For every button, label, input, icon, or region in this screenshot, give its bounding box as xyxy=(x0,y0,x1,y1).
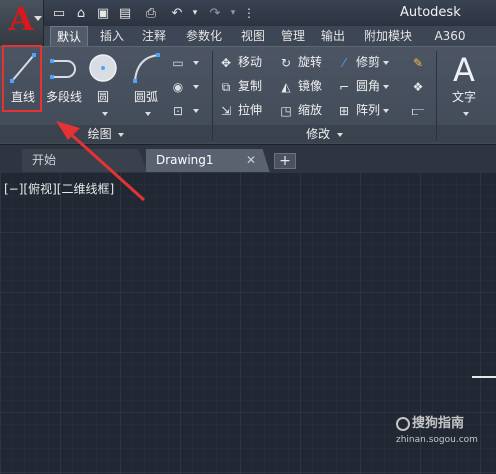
array-tool-button[interactable]: ⊞ 阵列 xyxy=(336,99,390,121)
tab-manage[interactable]: 管理 xyxy=(278,26,308,46)
autocad-logo-icon: A xyxy=(8,0,34,38)
rotate-tool-button[interactable]: ↻ 旋转 xyxy=(278,51,322,73)
tab-output[interactable]: 输出 xyxy=(318,26,348,46)
move-icon: ✥ xyxy=(220,55,232,70)
chevron-down-icon xyxy=(118,132,125,137)
document-tab-bar: 开始 Drawing1 ✕ + xyxy=(0,144,496,173)
print-icon[interactable]: ⎙ xyxy=(142,4,160,22)
chevron-down-icon[interactable] xyxy=(462,111,469,116)
scale-tool-button[interactable]: ◳ 缩放 xyxy=(278,99,322,121)
circle-tool-label: 圆 xyxy=(86,89,120,121)
chevron-down-icon xyxy=(336,132,343,137)
chevron-down-icon[interactable] xyxy=(144,111,151,116)
rotate-icon: ↻ xyxy=(280,55,292,70)
redo-icon[interactable]: ↷ xyxy=(206,4,224,22)
chevron-down-icon xyxy=(34,16,42,21)
chevron-down-icon xyxy=(193,60,199,65)
save-as-icon[interactable]: ▤ xyxy=(116,4,134,22)
rectangle-icon: ▭ xyxy=(172,55,184,70)
draw-panel-title[interactable]: 绘图 xyxy=(0,125,212,143)
array-icon: ⊞ xyxy=(338,103,350,118)
watermark-sub: zhinan.sogou.com xyxy=(396,435,478,445)
ribbon-panel-area: 直线 多段线 圆 圆弧 ▭ ◉ ⊡ ✥ 移动 ↻ 旋转 ⁄ 修剪 ⧉ 复制 ◭ 镜像 ⌐ 圆… xyxy=(0,46,496,144)
explode-tool-button[interactable]: ❖ xyxy=(410,75,430,97)
circle-icon xyxy=(89,54,117,82)
modify-panel-title[interactable]: 修改 xyxy=(213,125,436,143)
text-icon: A xyxy=(453,51,475,85)
polyline-tool-button[interactable]: 多段线 xyxy=(44,51,84,121)
open-icon[interactable]: ⌂ xyxy=(72,4,90,22)
tab-default[interactable]: 默认 xyxy=(50,26,88,46)
sogou-logo-icon xyxy=(396,416,410,431)
tab-insert[interactable]: 插入 xyxy=(94,26,130,46)
ribbon-tab-bar: 默认 插入 注释 参数化 视图 管理 输出 附加模块 A360 xyxy=(44,26,496,46)
stretch-icon: ⇲ xyxy=(220,103,232,118)
hatch-icon: ◉ xyxy=(172,79,184,94)
tab-view[interactable]: 视图 xyxy=(238,26,268,46)
line-tool-highlight-box xyxy=(2,45,42,112)
fillet-tool-button[interactable]: ⌐ 圆角 xyxy=(336,75,390,97)
tab-annotate[interactable]: 注释 xyxy=(136,26,172,46)
watermark-main: 搜狗指南 xyxy=(412,416,465,431)
ucs-axis-icon xyxy=(472,376,496,378)
offset-icon: ⫍ xyxy=(411,103,425,118)
customize-quick-access-icon[interactable]: ⋮ xyxy=(240,4,258,22)
chevron-down-icon xyxy=(193,84,199,89)
drawing-canvas[interactable]: [−][俯视][二维线框] 搜狗指南 zhinan.sogou.com xyxy=(0,172,496,474)
copy-tool-button[interactable]: ⧉ 复制 xyxy=(218,75,262,97)
svg-text:A: A xyxy=(453,51,475,85)
chevron-down-icon xyxy=(383,108,390,113)
tab-start[interactable]: 开始 xyxy=(22,149,148,173)
tab-drawing1-label: Drawing1 xyxy=(156,153,214,167)
polyline-tool-label: 多段线 xyxy=(45,90,82,104)
explode-icon: ❖ xyxy=(412,79,424,94)
erase-icon: ✎ xyxy=(412,55,424,70)
close-icon[interactable]: ✕ xyxy=(246,149,256,171)
move-tool-button[interactable]: ✥ 移动 xyxy=(218,51,262,73)
application-menu-button[interactable]: A xyxy=(0,0,44,46)
save-icon[interactable]: ▣ xyxy=(94,4,112,22)
tab-parametric[interactable]: 参数化 xyxy=(180,26,228,46)
undo-dropdown-icon[interactable]: ▾ xyxy=(186,4,204,22)
circle-tool-button[interactable]: 圆 xyxy=(86,51,120,121)
chevron-down-icon xyxy=(193,108,199,113)
undo-icon[interactable]: ↶ xyxy=(168,4,186,22)
boundary-tool-button[interactable]: ⊡ xyxy=(170,99,199,121)
stretch-tool-button[interactable]: ⇲ 拉伸 xyxy=(218,99,262,121)
scale-icon: ◳ xyxy=(280,103,292,118)
copy-icon: ⧉ xyxy=(221,79,231,94)
chevron-down-icon[interactable] xyxy=(101,111,108,116)
tab-a360[interactable]: A360 xyxy=(430,26,470,46)
polyline-icon xyxy=(50,59,76,79)
mirror-tool-button[interactable]: ◭ 镜像 xyxy=(278,75,322,97)
watermark: 搜狗指南 zhinan.sogou.com xyxy=(396,412,488,462)
new-icon[interactable]: ▭ xyxy=(50,4,68,22)
offset-tool-button[interactable]: ⫍ xyxy=(410,99,430,121)
arc-tool-button[interactable]: 圆弧 xyxy=(128,51,164,121)
boundary-icon: ⊡ xyxy=(172,103,184,118)
chevron-down-icon xyxy=(383,84,390,89)
text-tool-button[interactable]: A 文字 xyxy=(442,51,486,121)
erase-tool-button[interactable]: ✎ xyxy=(410,51,430,73)
title-bar: ▭ ⌂ ▣ ▤ ⎙ ↶ ▾ ↷ ▾ ⋮ Autodesk xyxy=(0,0,496,26)
chevron-down-icon xyxy=(383,60,390,65)
arc-icon xyxy=(133,53,160,83)
new-tab-button[interactable]: + xyxy=(274,153,296,169)
tab-start-label: 开始 xyxy=(32,153,57,167)
window-title: Autodesk xyxy=(400,5,461,20)
fillet-icon: ⌐ xyxy=(338,79,350,94)
mirror-icon: ◭ xyxy=(281,79,291,94)
tab-drawing1[interactable]: Drawing1 ✕ xyxy=(146,149,270,173)
text-tool-label: 文字 xyxy=(442,89,486,121)
rectangle-tool-button[interactable]: ▭ xyxy=(170,51,199,73)
trim-tool-button[interactable]: ⁄ 修剪 xyxy=(336,51,390,73)
annotation-panel-title[interactable] xyxy=(437,125,496,143)
viewport-controls[interactable]: [−][俯视][二维线框] xyxy=(4,180,114,197)
tab-addins[interactable]: 附加模块 xyxy=(358,26,418,46)
trim-icon: ⁄ xyxy=(342,55,345,70)
arc-tool-label: 圆弧 xyxy=(128,89,164,121)
hatch-tool-button[interactable]: ◉ xyxy=(170,75,199,97)
